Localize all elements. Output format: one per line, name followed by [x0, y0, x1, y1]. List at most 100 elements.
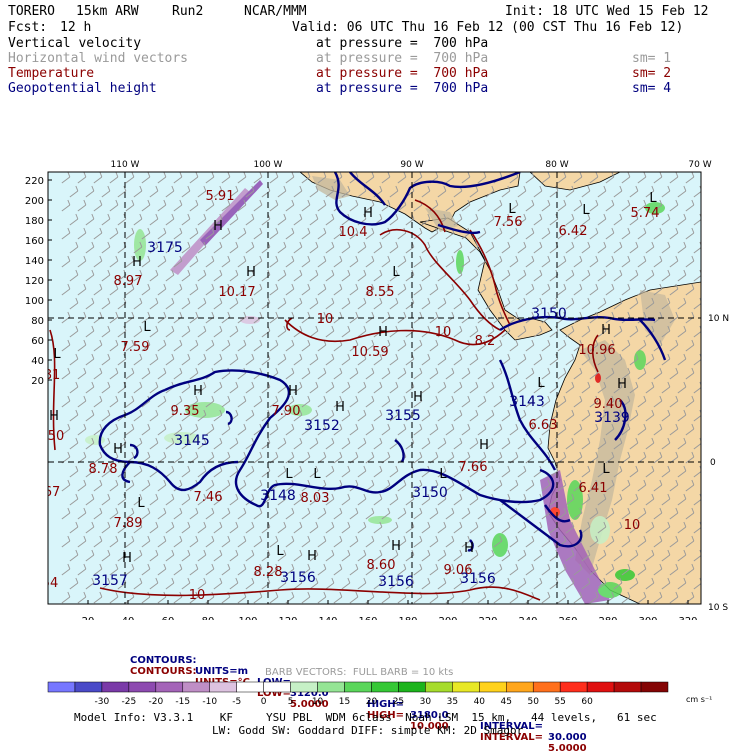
- hl-marker: H: [413, 390, 423, 405]
- colorbar-swatch: [344, 681, 372, 693]
- colorbar-label: -20: [148, 697, 163, 707]
- colorbar-label: 60: [581, 697, 593, 707]
- wind-barb: [702, 256, 710, 267]
- lon-label: 90 W: [400, 160, 423, 170]
- lat-label: 10 S: [708, 603, 728, 613]
- temperature-label: 6.63: [529, 418, 558, 433]
- hl-marker: H: [49, 409, 59, 424]
- height-label: 3150: [531, 306, 567, 322]
- y-tick-label: 60: [31, 336, 44, 347]
- colorbar-swatch: [506, 681, 534, 693]
- hl-marker: H: [378, 325, 388, 340]
- footer-model-info: Model Info: V3.3.1 KF YSU PBL WDM 6class…: [74, 711, 657, 724]
- colorbar-label: 20: [366, 697, 378, 707]
- colorbar-swatch: [290, 681, 318, 693]
- y-tick-label: 40: [31, 356, 44, 367]
- lat-label: 10 N: [708, 314, 729, 324]
- wind-barb: [702, 564, 710, 575]
- hl-marker: H: [617, 377, 627, 392]
- hl-marker: H: [363, 206, 373, 221]
- hl-marker: L: [508, 202, 516, 217]
- footer-physics: LW: Godd SW: Goddard DIFF: simple KM: 2D…: [212, 724, 524, 737]
- hl-marker: L: [276, 544, 284, 559]
- lat-label: 0: [710, 458, 716, 468]
- height-label: 3175: [147, 240, 183, 256]
- colorbar-label: 55: [554, 697, 565, 707]
- hl-marker: H: [288, 384, 298, 399]
- colorbar-swatch: [452, 681, 480, 693]
- temperature-label: 54: [42, 576, 59, 591]
- colorbar-unit: cm s⁻¹: [686, 695, 712, 704]
- wind-barb: [710, 242, 718, 253]
- hl-marker: H: [113, 442, 123, 457]
- hl-marker: L: [137, 496, 145, 511]
- colorbar-swatch: [47, 681, 76, 693]
- colorbar-swatch: [532, 681, 561, 693]
- colorbar-label: 35: [447, 697, 458, 707]
- temperature-label: 10: [624, 518, 641, 533]
- colorbar-label: 15: [339, 697, 350, 707]
- height-label: 3148: [260, 488, 296, 504]
- temperature-label: 8.97: [114, 274, 143, 289]
- temperature-label: 9.35: [171, 404, 200, 419]
- colorbar-swatch: [182, 681, 210, 693]
- height-label: 3156: [460, 571, 496, 587]
- temperature-label: 5.91: [206, 189, 235, 204]
- temperature-label: 10.4: [339, 225, 368, 240]
- colorbar-swatch: [74, 681, 103, 693]
- x-tick-label: 280: [598, 616, 617, 620]
- colorbar-label: -10: [202, 697, 217, 707]
- lon-label: 70 W: [688, 160, 711, 170]
- hl-marker: L: [53, 347, 61, 362]
- colorbar-label: 40: [474, 697, 486, 707]
- hl-marker: L: [143, 320, 151, 335]
- temperature-label: 7.66: [459, 460, 488, 475]
- colorbar-label: 25: [393, 697, 404, 707]
- colorbar-swatch: [425, 681, 453, 693]
- hl-marker: H: [335, 400, 345, 415]
- temperature-label: 7.89: [114, 516, 143, 531]
- y-tick-label: 200: [25, 196, 44, 207]
- hl-marker: H: [601, 323, 611, 338]
- wind-barb: [710, 270, 718, 281]
- colorbar-swatch: [155, 681, 184, 693]
- hl-marker: H: [132, 255, 142, 270]
- temperature-label: 10: [189, 588, 206, 603]
- height-label: 3152: [304, 418, 340, 434]
- x-tick-label: 20: [82, 616, 95, 620]
- x-tick-label: 300: [638, 616, 657, 620]
- y-tick-label: 140: [25, 256, 44, 267]
- temperature-label: 10.96: [578, 343, 615, 358]
- height-label: 3157: [92, 573, 128, 589]
- colorbar-label: 0: [261, 697, 267, 707]
- y-tick-label: 220: [25, 176, 44, 187]
- wind-barb: [702, 284, 710, 295]
- colorbar-swatch: [559, 681, 588, 693]
- wind-barb: [710, 438, 718, 449]
- wind-barb: [702, 228, 710, 239]
- lon-label: 110 W: [111, 160, 140, 170]
- x-tick-label: 260: [558, 616, 577, 620]
- hl-marker: L: [649, 191, 657, 206]
- wind-barb: [710, 214, 718, 225]
- wind-barb: [710, 186, 718, 197]
- wind-barb: [710, 382, 718, 393]
- wind-barb: [710, 298, 718, 309]
- barb-vectors-info: BARB VECTORS: FULL BARB = 10 kts: [265, 667, 454, 678]
- x-tick-label: 40: [122, 616, 135, 620]
- temperature-label: 7.56: [494, 215, 523, 230]
- y-tick-label: 100: [25, 296, 44, 307]
- weather-map: 5.91 8.97 10.17 10.4 7.56 6.42 5.74 8.55 10 10 8.2…: [25, 160, 729, 620]
- x-tick-label: 100: [238, 616, 257, 620]
- x-tick-label: 140: [318, 616, 337, 620]
- wind-barb: [710, 494, 718, 505]
- colorbar-label: 45: [501, 697, 512, 707]
- hl-marker: L: [285, 467, 293, 482]
- x-tick-label: 200: [438, 616, 457, 620]
- colorbar-swatch: [209, 681, 237, 693]
- wind-barb: [702, 452, 710, 463]
- hl-marker: L: [392, 265, 400, 280]
- y-tick-label: 120: [25, 276, 44, 287]
- height-label: 3156: [378, 574, 414, 590]
- height-label: 3145: [174, 433, 210, 449]
